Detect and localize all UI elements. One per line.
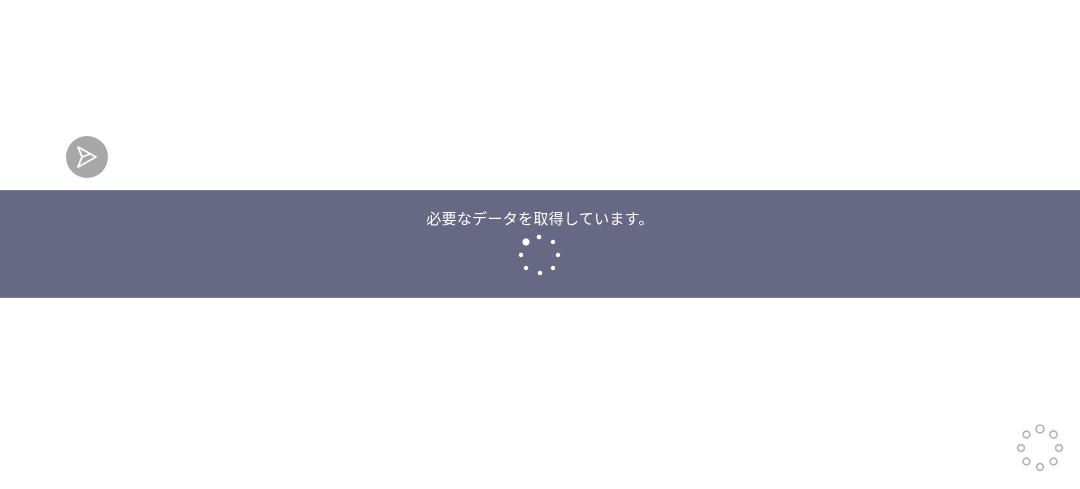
loading-spinner-icon bbox=[518, 234, 561, 276]
loading-message: 必要なデータを取得しています。 bbox=[426, 210, 654, 228]
loading-banner: 必要なデータを取得しています。 bbox=[0, 190, 1080, 298]
loading-ring-icon bbox=[1016, 424, 1064, 472]
page-background: 必要なデータを取得しています。 bbox=[0, 0, 1080, 489]
send-arrow-icon-glyph bbox=[77, 146, 97, 168]
send-arrow-icon bbox=[66, 136, 108, 178]
